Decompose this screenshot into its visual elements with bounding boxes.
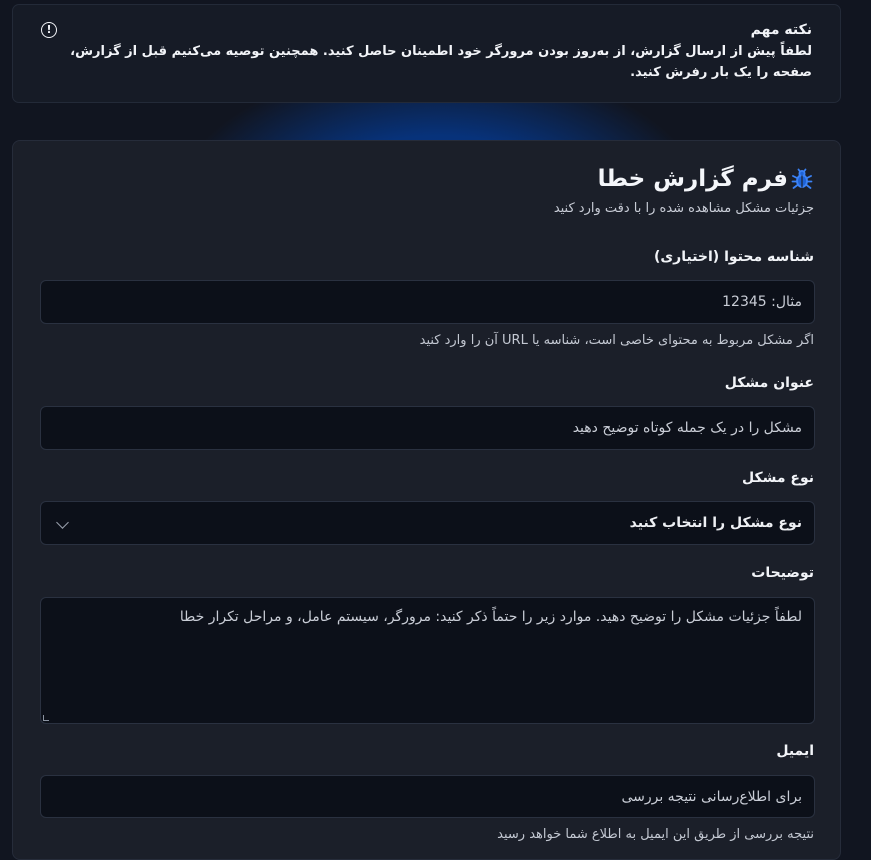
email-label: ایمیل [776,743,814,759]
issue-title-placeholder: مشکل را در یک جمله کوتاه توضیح دهید [572,420,802,436]
bug-icon [791,168,813,189]
email-hint: نتیجه بررسی از طریق این ایمیل به اطلاع ش… [497,827,814,842]
content-id-placeholder: مثال: 12345 [722,294,802,310]
content-id-input[interactable]: مثال: 12345 [40,280,815,324]
issue-title-input[interactable]: مشکل را در یک جمله کوتاه توضیح دهید [40,406,815,450]
issue-type-selected: نوع مشکل را انتخاب کنید [629,515,802,531]
form-subtitle: جزئیات مشکل مشاهده شده را با دقت وارد کن… [553,201,814,216]
bug-report-form: فرم گزارش خطا جزئیات مشکل مشاهده شده را … [12,140,841,860]
issue-type-label: نوع مشکل [741,470,814,486]
form-header: فرم گزارش خطا جزئیات مشکل مشاهده شده را … [554,163,814,216]
content-id-label: شناسه محتوا (اختیاری) [653,249,814,265]
description-label: توضیحات [751,565,814,581]
resize-handle-icon[interactable] [43,715,49,721]
description-placeholder: لطفاً جزئیات مشکل را توضیح دهید. موارد ز… [179,609,802,625]
email-input[interactable]: برای اطلاع‌رسانی نتیجه بررسی [40,775,815,818]
issue-type-select[interactable]: نوع مشکل را انتخاب کنید [40,501,815,545]
content-id-hint: اگر مشکل مربوط به محتوای خاصی است، شناسه… [419,333,814,348]
important-notice: نکته مهم لطفاً پیش از ارسال گزارش، از به… [12,4,841,103]
notice-title: نکته مهم [750,22,812,38]
description-textarea[interactable]: لطفاً جزئیات مشکل را توضیح دهید. موارد ز… [40,597,815,724]
info-icon: ! [41,22,57,38]
notice-body: لطفاً پیش از ارسال گزارش، از به‌روز بودن… [70,44,812,80]
form-title: فرم گزارش خطا [597,166,788,192]
issue-title-label: عنوان مشکل [724,375,814,391]
chevron-down-icon [56,516,69,529]
email-placeholder: برای اطلاع‌رسانی نتیجه بررسی [621,788,802,805]
